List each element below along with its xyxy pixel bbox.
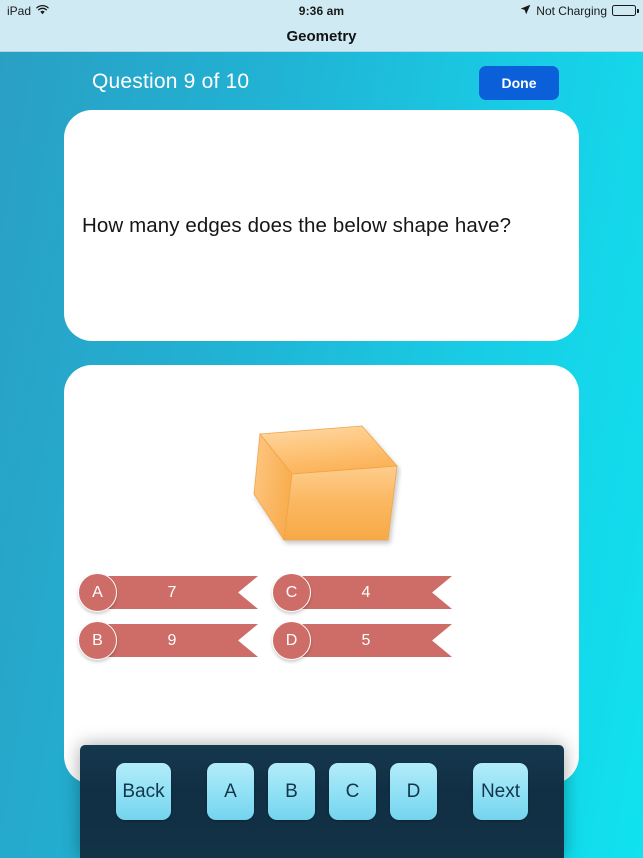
answer-option-a[interactable]: A 7 [78,573,258,612]
answer-key-badge: B [78,621,117,660]
choice-c-button[interactable]: C [329,763,376,820]
answer-option-c[interactable]: C 4 [272,573,452,612]
toolbar-buttons: Back A B C D Next [80,763,564,820]
answer-key-badge: C [272,573,311,612]
next-button[interactable]: Next [473,763,528,820]
shape-illustration [64,417,579,557]
quiz-header: Question 9 of 10 Done [0,66,643,110]
choice-b-button[interactable]: B [268,763,315,820]
question-counter: Question 9 of 10 [92,70,250,93]
choice-d-button[interactable]: D [390,763,437,820]
answer-option-b[interactable]: B 9 [78,621,258,660]
answer-key-badge: A [78,573,117,612]
ios-status-bar: iPad 9:36 am Not Charging [0,0,643,21]
quiz-background: Question 9 of 10 Done How many edges doe… [0,52,643,858]
location-arrow-icon [520,4,531,18]
answer-key-badge: D [272,621,311,660]
ipad-quiz-screen: iPad 9:36 am Not Charging Geometry Quest… [0,0,643,858]
choice-a-button[interactable]: A [207,763,254,820]
answer-option-d[interactable]: D 5 [272,621,452,660]
charging-status-label: Not Charging [536,3,607,18]
answer-options-grid: A 7 C 4 B 9 D 5 [64,573,579,660]
navigation-bar: Geometry [0,21,643,52]
battery-icon [612,5,639,16]
done-button[interactable]: Done [479,66,559,100]
answers-card: A 7 C 4 B 9 D 5 [64,365,579,784]
status-bar-right: Not Charging [520,3,639,18]
cube-3d-shape [253,425,398,542]
question-text: How many edges does the below shape have… [82,213,512,237]
back-button[interactable]: Back [116,763,171,820]
page-title: Geometry [286,27,357,45]
bottom-toolbar: Back A B C D Next [80,745,564,858]
question-card: How many edges does the below shape have… [64,110,579,341]
